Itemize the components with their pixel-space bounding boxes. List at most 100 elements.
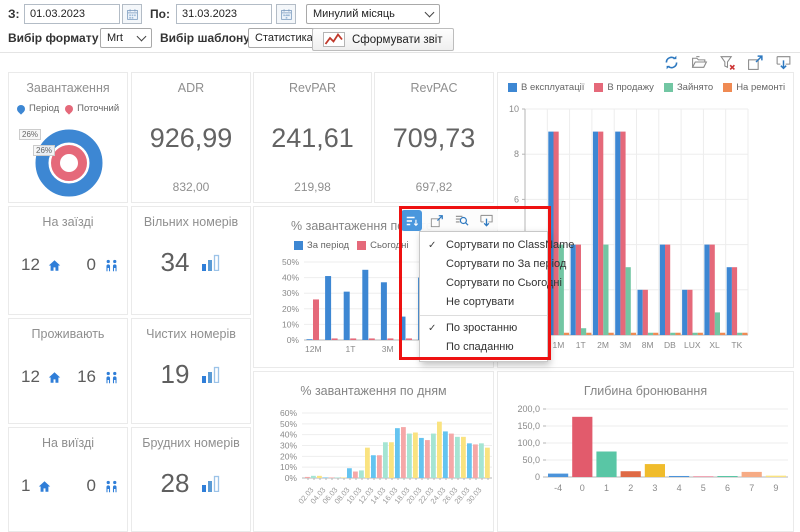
zoom-list-button[interactable] <box>451 210 472 231</box>
dirty-rooms-row: 28 <box>132 468 250 499</box>
svg-text:0%: 0% <box>285 473 298 483</box>
card-title: На заїзді <box>9 207 127 229</box>
svg-text:8M: 8M <box>642 340 654 350</box>
svg-text:200,0: 200,0 <box>517 404 540 414</box>
legend-swatch-icon <box>15 103 26 114</box>
guests-icon <box>104 480 119 493</box>
svg-text:1T: 1T <box>576 340 586 350</box>
chevron-down-icon <box>425 8 435 18</box>
svg-text:0: 0 <box>580 483 585 493</box>
zoom-list-icon <box>454 213 469 228</box>
guests-icon <box>104 259 119 272</box>
menu-item-label: Сортувати по За період <box>446 258 566 270</box>
menu-item[interactable]: Сортувати по Сьогодні <box>420 274 547 293</box>
arrivals-counts: 12 0 <box>9 255 127 275</box>
menu-item[interactable]: ✓Сортувати по ClassName <box>420 236 547 255</box>
card-title: Вільних номерів <box>132 207 250 229</box>
calendar-from-button[interactable] <box>122 4 142 24</box>
menu-item-label: Не сортувати <box>446 296 514 308</box>
card-title: RevPAR <box>254 73 371 95</box>
sort-icon <box>405 214 419 228</box>
generate-report-label: Сформувати звіт <box>352 34 443 46</box>
menu-item[interactable]: ✓По зростанню <box>420 319 547 338</box>
date-from-label: З: <box>8 7 20 21</box>
free-rooms-count: 34 <box>161 247 190 278</box>
svg-text:50%: 50% <box>280 419 297 429</box>
svg-text:10%: 10% <box>282 319 299 329</box>
dashboard-toolbar <box>663 54 792 71</box>
svg-text:TK: TK <box>731 340 742 350</box>
svg-text:7: 7 <box>749 483 754 493</box>
period-select[interactable]: Минулий місяць <box>306 4 440 24</box>
card-revpar: RevPAR 241,61 219,98 <box>253 72 372 203</box>
svg-text:8: 8 <box>514 149 519 159</box>
svg-text:20%: 20% <box>280 451 297 461</box>
free-rooms-row: 34 <box>132 247 250 278</box>
svg-text:40%: 40% <box>280 430 297 440</box>
divider <box>0 52 800 53</box>
check-icon: ✓ <box>428 319 436 338</box>
check-icon: ✓ <box>428 236 436 255</box>
donut-period-label: 26% <box>19 129 41 140</box>
clean-rooms-row: 19 <box>132 359 250 390</box>
export-button[interactable] <box>476 210 497 231</box>
dirty-rooms-count: 28 <box>161 468 190 499</box>
svg-text:150,0: 150,0 <box>517 421 540 431</box>
house-icon <box>38 480 51 493</box>
hotel-dashboard: З: По: Минулий місяць Вибір формату Mrt … <box>0 0 800 532</box>
svg-text:6: 6 <box>725 483 730 493</box>
sort-button[interactable] <box>401 210 422 231</box>
card-occupancy: Завантаження ПеріодПоточний 26% 26% <box>8 72 128 203</box>
card-title: RevPAC <box>375 73 493 95</box>
generate-report-button[interactable]: Сформувати звіт <box>312 28 454 51</box>
menu-item[interactable]: Не сортувати <box>420 293 547 312</box>
revpar-value: 241,61 <box>254 123 371 154</box>
svg-text:2M: 2M <box>597 340 609 350</box>
svg-text:4: 4 <box>677 483 682 493</box>
svg-text:50,0: 50,0 <box>522 455 540 465</box>
refresh-icon[interactable] <box>663 54 680 71</box>
calendar-icon <box>280 8 293 21</box>
menu-separator <box>420 315 547 316</box>
menu-item[interactable]: Сортувати по За період <box>420 255 547 274</box>
card-free-rooms: Вільних номерів 34 <box>131 206 251 315</box>
house-icon <box>48 371 61 384</box>
card-revpac: RevPAC 709,73 697,82 <box>374 72 494 203</box>
menu-item-label: Сортувати по Сьогодні <box>446 277 562 289</box>
adr-value: 926,99 <box>132 123 250 154</box>
legend-item[interactable]: Поточний <box>65 103 119 114</box>
export-icon[interactable] <box>775 54 792 71</box>
menu-item[interactable]: По спаданню <box>420 338 547 357</box>
svg-text:60%: 60% <box>280 408 297 418</box>
svg-text:1M: 1M <box>553 340 565 350</box>
date-to-input[interactable] <box>176 4 272 24</box>
calendar-to-button[interactable] <box>276 4 296 24</box>
open-report-icon[interactable] <box>691 54 708 71</box>
booking-depth-panel: Глибина бронювання 050,0100,0150,0200,0-… <box>497 371 794 532</box>
legend-item[interactable]: Період <box>17 103 59 114</box>
svg-text:3M: 3M <box>382 344 394 354</box>
resize-icon[interactable] <box>747 54 764 71</box>
svg-text:9: 9 <box>773 483 778 493</box>
card-adr: ADR 926,99 832,00 <box>131 72 251 203</box>
format-label: Вибір формату <box>8 31 99 45</box>
staying-counts: 12 16 <box>9 367 127 387</box>
legend-swatch-icon <box>63 103 74 114</box>
menu-item-label: Сортувати по ClassName <box>446 239 574 251</box>
card-title: ADR <box>132 73 250 95</box>
menu-item-label: По спаданню <box>446 341 514 353</box>
clear-filter-icon[interactable] <box>719 54 736 71</box>
adr-sub-value: 832,00 <box>132 180 250 194</box>
date-from-input[interactable] <box>24 4 120 24</box>
legend-label: Поточний <box>77 103 119 114</box>
format-select[interactable]: Mrt <box>100 28 152 48</box>
svg-text:XL: XL <box>709 340 720 350</box>
svg-text:0%: 0% <box>287 335 300 345</box>
period-select-value: Минулий місяць <box>313 8 395 20</box>
svg-text:40%: 40% <box>282 273 299 283</box>
resize-button[interactable] <box>426 210 447 231</box>
card-departures: На виїзді 1 0 <box>8 427 128 532</box>
svg-text:5: 5 <box>701 483 706 493</box>
staying-rooms-count: 12 <box>21 367 40 387</box>
clean-rooms-count: 19 <box>161 359 190 390</box>
